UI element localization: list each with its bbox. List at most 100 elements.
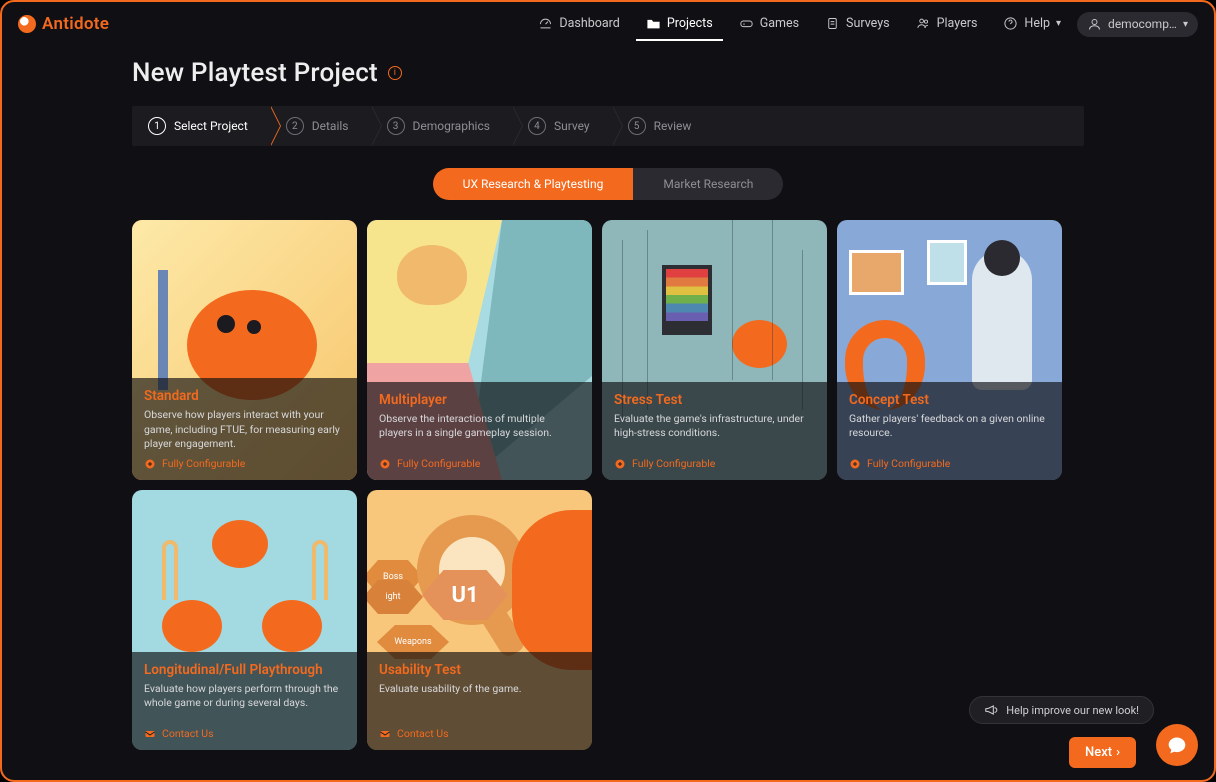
feedback-label: Help improve our new look! <box>1006 704 1139 717</box>
mail-icon <box>379 728 391 740</box>
nav-projects[interactable]: Projects <box>636 8 723 41</box>
card-footer-label: Fully Configurable <box>632 457 715 470</box>
card-footer-label: Contact Us <box>162 727 214 740</box>
nav-dashboard[interactable]: Dashboard <box>528 8 629 41</box>
card-footer: Contact Us <box>379 727 580 740</box>
card-longitudinal[interactable]: Longitudinal/Full Playthrough Evaluate h… <box>132 490 357 750</box>
step-number: 4 <box>528 117 546 135</box>
card-footer: Fully Configurable <box>849 457 1050 470</box>
info-icon[interactable]: i <box>388 66 402 80</box>
nav-label: Projects <box>667 16 713 31</box>
feedback-prompt[interactable]: Help improve our new look! <box>969 696 1154 724</box>
card-description: Evaluate the game's infrastructure, unde… <box>614 412 815 451</box>
card-body: Concept Test Gather players' feedback on… <box>837 382 1062 480</box>
gear-plus-icon <box>379 458 391 470</box>
step-label: Select Project <box>174 119 248 133</box>
card-body: Longitudinal/Full Playthrough Evaluate h… <box>132 652 357 750</box>
next-button[interactable]: Next › <box>1069 737 1136 768</box>
card-title: Stress Test <box>614 392 815 408</box>
card-stress-test[interactable]: Stress Test Evaluate the game's infrastr… <box>602 220 827 480</box>
users-icon <box>916 16 931 31</box>
step-review[interactable]: 5 Review <box>612 106 714 146</box>
clipboard-icon <box>825 16 840 31</box>
card-footer: Contact Us <box>144 727 345 740</box>
mail-icon <box>144 728 156 740</box>
next-label: Next <box>1085 745 1112 760</box>
card-body: Usability Test Evaluate usability of the… <box>367 652 592 750</box>
card-body: Standard Observe how players interact wi… <box>132 378 357 480</box>
nav-games[interactable]: Games <box>729 8 809 41</box>
step-number: 2 <box>286 117 304 135</box>
card-title: Longitudinal/Full Playthrough <box>144 662 345 678</box>
chevron-down-icon: ▾ <box>1056 18 1061 29</box>
card-title: Multiplayer <box>379 392 580 408</box>
gear-plus-icon <box>614 458 626 470</box>
nav-label: Games <box>760 16 799 31</box>
card-description: Evaluate how players perform through the… <box>144 682 345 721</box>
nav-label: Surveys <box>846 16 890 31</box>
card-footer: Fully Configurable <box>379 457 580 470</box>
gauge-icon <box>538 16 553 31</box>
card-title: Standard <box>144 388 345 404</box>
nav-surveys[interactable]: Surveys <box>815 8 900 41</box>
nav-label: Dashboard <box>559 16 619 31</box>
card-description: Observe how players interact with your g… <box>144 408 345 451</box>
card-usability-test[interactable]: Boss ight Weapons U1 Usability Test Eval… <box>367 490 592 750</box>
folder-icon <box>646 16 661 31</box>
card-footer-label: Contact Us <box>397 727 449 740</box>
megaphone-icon <box>984 703 998 717</box>
page-title: New Playtest Project <box>132 58 378 88</box>
step-label: Survey <box>554 119 590 133</box>
step-number: 5 <box>628 117 646 135</box>
card-body: Stress Test Evaluate the game's infrastr… <box>602 382 827 480</box>
card-description: Evaluate usability of the game. <box>379 682 580 721</box>
card-description: Gather players' feedback on a given onli… <box>849 412 1050 451</box>
gamepad-icon <box>739 16 754 31</box>
card-footer: Fully Configurable <box>614 457 815 470</box>
card-title: Concept Test <box>849 392 1050 408</box>
step-demographics[interactable]: 3 Demographics <box>371 106 512 146</box>
card-footer-label: Fully Configurable <box>397 457 480 470</box>
step-survey[interactable]: 4 Survey <box>512 106 612 146</box>
step-select-project[interactable]: 1 Select Project <box>132 106 270 146</box>
nav-players[interactable]: Players <box>906 8 988 41</box>
topbar: Antidote Dashboard Projects Games Survey… <box>2 2 1214 46</box>
project-stepper: 1 Select Project 2 Details 3 Demographic… <box>132 106 1084 146</box>
main-nav: Dashboard Projects Games Surveys Players… <box>528 8 1198 41</box>
step-number: 3 <box>387 117 405 135</box>
card-footer-label: Fully Configurable <box>867 457 950 470</box>
step-label: Details <box>312 119 349 133</box>
user-menu[interactable]: democomp… ▾ <box>1077 12 1198 37</box>
nav-help[interactable]: Help ▾ <box>993 8 1071 41</box>
help-icon <box>1003 16 1018 31</box>
step-label: Review <box>654 119 692 133</box>
nav-label: Help <box>1024 16 1050 31</box>
gear-plus-icon <box>849 458 861 470</box>
card-footer: Fully Configurable <box>144 457 345 470</box>
user-name: democomp… <box>1108 17 1177 31</box>
card-standard[interactable]: Standard Observe how players interact wi… <box>132 220 357 480</box>
logo-icon <box>18 15 36 33</box>
step-label: Demographics <box>413 119 490 133</box>
card-multiplayer[interactable]: Multiplayer Observe the interactions of … <box>367 220 592 480</box>
user-icon <box>1087 17 1102 32</box>
brand-name: Antidote <box>42 14 109 34</box>
nav-label: Players <box>937 16 978 31</box>
card-concept-test[interactable]: Concept Test Gather players' feedback on… <box>837 220 1062 480</box>
toggle-ux-research[interactable]: UX Research & Playtesting <box>433 168 634 200</box>
brand-logo[interactable]: Antidote <box>18 14 109 34</box>
step-number: 1 <box>148 117 166 135</box>
research-type-toggle: UX Research & Playtesting Market Researc… <box>433 168 784 200</box>
page-header: New Playtest Project i <box>132 58 1084 88</box>
project-type-grid: Standard Observe how players interact wi… <box>132 220 1084 750</box>
step-details[interactable]: 2 Details <box>270 106 371 146</box>
chat-fab[interactable] <box>1156 724 1198 766</box>
card-footer-label: Fully Configurable <box>162 457 245 470</box>
toggle-market-research[interactable]: Market Research <box>633 168 783 200</box>
gear-plus-icon <box>144 458 156 470</box>
chevron-right-icon: › <box>1116 745 1120 760</box>
card-description: Observe the interactions of multiple pla… <box>379 412 580 451</box>
card-body: Multiplayer Observe the interactions of … <box>367 382 592 480</box>
chat-icon <box>1167 735 1187 755</box>
chevron-down-icon: ▾ <box>1183 19 1188 30</box>
